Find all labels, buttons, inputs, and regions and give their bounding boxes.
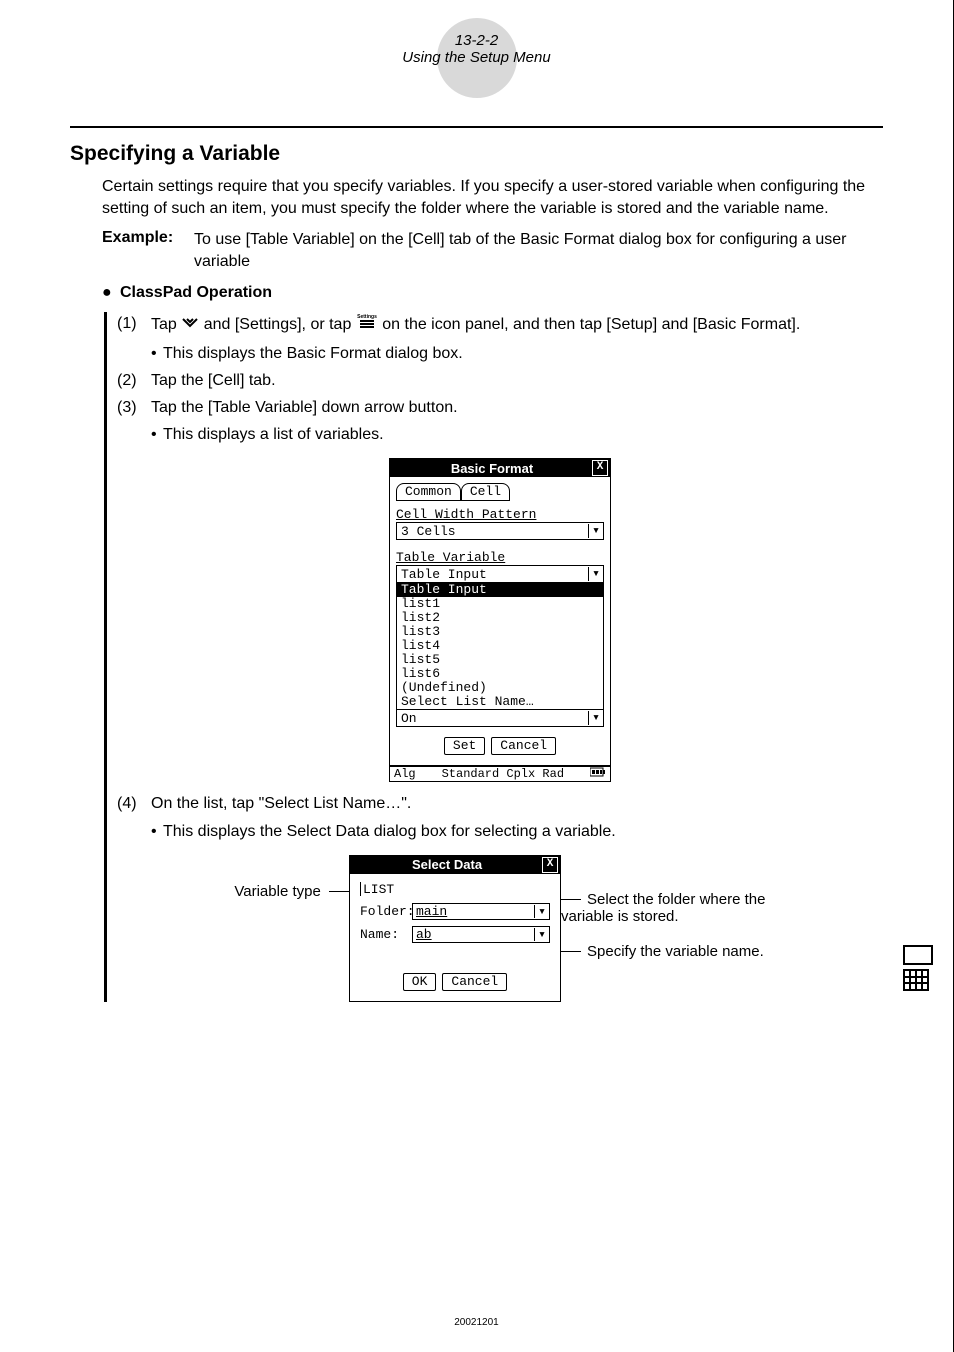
- menu-icon: [181, 313, 199, 336]
- set-button[interactable]: Set: [444, 737, 485, 755]
- row-header-dropdown[interactable]: On ▾: [396, 710, 604, 727]
- name-dropdown[interactable]: ab ▾: [412, 926, 550, 943]
- cell-width-dropdown[interactable]: 3 Cells ▾: [396, 522, 604, 540]
- operation-heading: ClassPad Operation: [120, 284, 883, 302]
- tab-common[interactable]: Common: [396, 483, 461, 501]
- annotation-left: Variable type: [189, 855, 349, 900]
- calculator-icon: [903, 945, 933, 991]
- chevron-down-icon[interactable]: ▾: [534, 928, 549, 941]
- variable-type-value: LIST: [363, 882, 394, 897]
- basic-format-dialog: Basic Format X Common Cell Cell Width Pa…: [389, 458, 611, 782]
- step-1-text: Tap and [Settings], or tap Settings on t…: [151, 312, 883, 337]
- cell-width-label: Cell Width Pattern: [396, 507, 604, 522]
- dialog-title: Basic Format: [392, 461, 592, 476]
- page-badge: 13-2-2 Using the Setup Menu: [377, 24, 577, 66]
- table-variable-list[interactable]: Table Input list1 list2 list3 list4 list…: [396, 583, 604, 710]
- table-variable-dropdown[interactable]: Table Input ▾: [396, 565, 604, 583]
- chevron-down-icon[interactable]: ▾: [588, 711, 603, 725]
- select-data-dialog: Select Data X LIST Folder: main ▾: [349, 855, 561, 1002]
- list-item[interactable]: Select List Name…: [397, 695, 603, 709]
- step-4-num: (4): [117, 792, 151, 815]
- bullet-icon: •: [151, 342, 163, 365]
- close-icon[interactable]: X: [592, 460, 608, 476]
- status-left: Alg: [394, 767, 416, 781]
- example-label: Example:: [102, 229, 194, 272]
- step-2-num: (2): [117, 369, 151, 392]
- cancel-button[interactable]: Cancel: [442, 973, 507, 991]
- folder-dropdown[interactable]: main ▾: [412, 903, 550, 920]
- example-text: To use [Table Variable] on the [Cell] ta…: [194, 229, 883, 272]
- ok-button[interactable]: OK: [403, 973, 437, 991]
- bullet-icon: ●: [102, 284, 120, 308]
- dialog-title: Select Data: [352, 857, 542, 872]
- step-4-sub: This displays the Select Data dialog box…: [163, 820, 883, 843]
- list-item[interactable]: list4: [397, 639, 603, 653]
- battery-icon: [590, 767, 606, 781]
- step-1-sub: This displays the Basic Format dialog bo…: [163, 342, 883, 365]
- divider: [70, 126, 883, 128]
- list-item[interactable]: list5: [397, 653, 603, 667]
- list-item[interactable]: list2: [397, 611, 603, 625]
- bullet-icon: •: [151, 820, 163, 843]
- step-3-num: (3): [117, 396, 151, 419]
- steps-block: (1) Tap and [Settings], or tap Settings …: [104, 312, 883, 1001]
- table-variable-label: Table Variable: [396, 550, 604, 565]
- list-item[interactable]: list1: [397, 597, 603, 611]
- status-mid: Standard Cplx Rad: [442, 767, 564, 781]
- name-label: Name:: [360, 927, 412, 942]
- annotation-right: Select the folder where the variable is …: [561, 855, 811, 978]
- page-subtitle: Using the Setup Menu: [377, 49, 577, 66]
- step-1-num: (1): [117, 312, 151, 337]
- step-3-text: Tap the [Table Variable] down arrow butt…: [151, 396, 883, 419]
- list-item[interactable]: list3: [397, 625, 603, 639]
- cancel-button[interactable]: Cancel: [491, 737, 556, 755]
- close-icon[interactable]: X: [542, 857, 558, 873]
- chevron-down-icon[interactable]: ▾: [588, 567, 603, 581]
- chevron-down-icon[interactable]: ▾: [588, 524, 603, 538]
- tab-cell[interactable]: Cell: [461, 483, 510, 501]
- section-heading: Specifying a Variable: [70, 142, 883, 166]
- svg-text:Settings: Settings: [357, 314, 377, 320]
- step-3-sub: This displays a list of variables.: [163, 423, 883, 446]
- step-4-text: On the list, tap "Select List Name…".: [151, 792, 883, 815]
- intro-paragraph: Certain settings require that you specif…: [102, 176, 883, 219]
- folder-label: Folder:: [360, 904, 412, 919]
- chevron-down-icon[interactable]: ▾: [534, 905, 549, 918]
- settings-icon: Settings: [356, 312, 378, 337]
- footer-code: 20021201: [0, 1317, 953, 1328]
- status-bar: Alg Standard Cplx Rad: [390, 765, 610, 781]
- list-item[interactable]: Table Input: [397, 583, 603, 597]
- page-number: 13-2-2: [377, 24, 577, 49]
- list-item[interactable]: (Undefined): [397, 681, 603, 695]
- step-2-text: Tap the [Cell] tab.: [151, 369, 883, 392]
- bullet-icon: •: [151, 423, 163, 446]
- list-item[interactable]: list6: [397, 667, 603, 681]
